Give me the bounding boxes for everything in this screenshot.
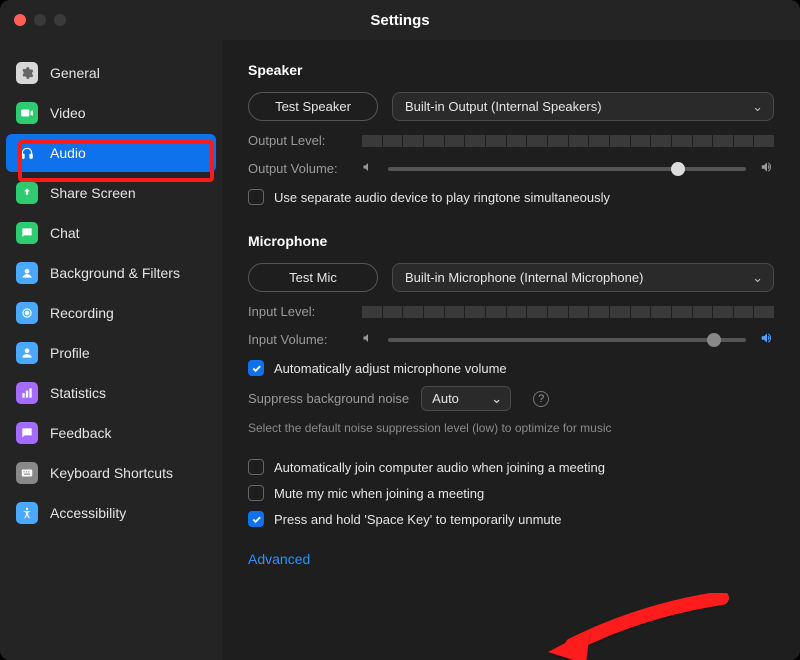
input-volume-slider[interactable] bbox=[388, 338, 746, 342]
sidebar-item-label: Background & Filters bbox=[50, 265, 180, 281]
sidebar-item-video[interactable]: Video bbox=[6, 94, 216, 132]
sidebar: General Video Audio Share Screen bbox=[0, 40, 222, 660]
mic-device-value: Built-in Microphone (Internal Microphone… bbox=[405, 270, 643, 285]
sidebar-item-background-filters[interactable]: Background & Filters bbox=[6, 254, 216, 292]
headphones-icon bbox=[16, 142, 38, 164]
chevron-down-icon: ⌄ bbox=[752, 99, 763, 115]
sidebar-item-label: Feedback bbox=[50, 425, 111, 441]
content-pane: Speaker Test Speaker Built-in Output (In… bbox=[222, 40, 800, 660]
sidebar-item-accessibility[interactable]: Accessibility bbox=[6, 494, 216, 532]
share-screen-icon bbox=[16, 182, 38, 204]
sidebar-item-label: Accessibility bbox=[50, 505, 126, 521]
window-title: Settings bbox=[0, 12, 800, 29]
sidebar-item-statistics[interactable]: Statistics bbox=[6, 374, 216, 412]
auto-adjust-checkbox[interactable] bbox=[248, 360, 264, 376]
test-mic-button[interactable]: Test Mic bbox=[248, 263, 378, 292]
slider-thumb[interactable] bbox=[707, 333, 721, 347]
sidebar-item-label: Recording bbox=[50, 305, 114, 321]
sidebar-item-share-screen[interactable]: Share Screen bbox=[6, 174, 216, 212]
mute-on-join-checkbox[interactable] bbox=[248, 485, 264, 501]
window-controls bbox=[14, 14, 66, 26]
sidebar-item-label: Chat bbox=[50, 225, 80, 241]
statistics-icon bbox=[16, 382, 38, 404]
speaker-low-icon bbox=[362, 161, 374, 176]
video-icon bbox=[16, 102, 38, 124]
test-speaker-button[interactable]: Test Speaker bbox=[248, 92, 378, 121]
speaker-low-icon bbox=[362, 332, 374, 347]
auto-join-audio-checkbox[interactable] bbox=[248, 459, 264, 475]
chevron-down-icon: ⌄ bbox=[752, 270, 763, 286]
mute-on-join-label: Mute my mic when joining a meeting bbox=[274, 486, 484, 501]
sidebar-item-label: Keyboard Shortcuts bbox=[50, 465, 173, 481]
auto-join-audio-label: Automatically join computer audio when j… bbox=[274, 460, 605, 475]
suppress-noise-value: Auto bbox=[432, 391, 459, 406]
sidebar-item-label: General bbox=[50, 65, 100, 81]
feedback-icon bbox=[16, 422, 38, 444]
output-volume-label: Output Volume: bbox=[248, 161, 348, 176]
suppress-noise-select[interactable]: Auto ⌄ bbox=[421, 386, 511, 411]
output-level-label: Output Level: bbox=[248, 133, 348, 148]
sidebar-item-label: Profile bbox=[50, 345, 90, 361]
minimize-window-button[interactable] bbox=[34, 14, 46, 26]
mic-device-select[interactable]: Built-in Microphone (Internal Microphone… bbox=[392, 263, 774, 292]
close-window-button[interactable] bbox=[14, 14, 26, 26]
suppress-noise-hint: Select the default noise suppression lev… bbox=[248, 421, 774, 435]
sidebar-item-label: Statistics bbox=[50, 385, 106, 401]
output-volume-slider[interactable] bbox=[388, 167, 746, 171]
keyboard-icon bbox=[16, 462, 38, 484]
recording-icon bbox=[16, 302, 38, 324]
sidebar-item-profile[interactable]: Profile bbox=[6, 334, 216, 372]
gear-icon bbox=[16, 62, 38, 84]
background-icon bbox=[16, 262, 38, 284]
space-unmute-checkbox[interactable] bbox=[248, 511, 264, 527]
speaker-high-icon bbox=[760, 160, 774, 177]
sidebar-item-label: Video bbox=[50, 105, 86, 121]
auto-adjust-label: Automatically adjust microphone volume bbox=[274, 361, 507, 376]
accessibility-icon bbox=[16, 502, 38, 524]
input-level-label: Input Level: bbox=[248, 304, 348, 319]
input-volume-label: Input Volume: bbox=[248, 332, 348, 347]
slider-thumb[interactable] bbox=[671, 162, 685, 176]
settings-window: Settings General Video Audio bbox=[0, 0, 800, 660]
separate-audio-checkbox[interactable] bbox=[248, 189, 264, 205]
advanced-link[interactable]: Advanced bbox=[248, 551, 774, 567]
microphone-heading: Microphone bbox=[248, 233, 774, 249]
arrow-annotation bbox=[542, 590, 742, 660]
speaker-heading: Speaker bbox=[248, 62, 774, 78]
sidebar-item-label: Audio bbox=[50, 145, 86, 161]
space-unmute-label: Press and hold 'Space Key' to temporaril… bbox=[274, 512, 562, 527]
sidebar-item-feedback[interactable]: Feedback bbox=[6, 414, 216, 452]
help-icon[interactable]: ? bbox=[533, 391, 549, 407]
sidebar-item-audio[interactable]: Audio bbox=[6, 134, 216, 172]
titlebar: Settings bbox=[0, 0, 800, 40]
suppress-noise-label: Suppress background noise bbox=[248, 391, 409, 406]
sidebar-item-keyboard-shortcuts[interactable]: Keyboard Shortcuts bbox=[6, 454, 216, 492]
separate-audio-label: Use separate audio device to play ringto… bbox=[274, 190, 610, 205]
chat-icon bbox=[16, 222, 38, 244]
chevron-down-icon: ⌄ bbox=[491, 391, 502, 407]
output-level-meter bbox=[362, 135, 774, 147]
profile-icon bbox=[16, 342, 38, 364]
speaker-device-select[interactable]: Built-in Output (Internal Speakers) ⌄ bbox=[392, 92, 774, 121]
zoom-window-button[interactable] bbox=[54, 14, 66, 26]
sidebar-item-recording[interactable]: Recording bbox=[6, 294, 216, 332]
sidebar-item-general[interactable]: General bbox=[6, 54, 216, 92]
input-level-meter bbox=[362, 306, 774, 318]
speaker-device-value: Built-in Output (Internal Speakers) bbox=[405, 99, 602, 114]
sidebar-item-chat[interactable]: Chat bbox=[6, 214, 216, 252]
sidebar-item-label: Share Screen bbox=[50, 185, 136, 201]
speaker-high-icon bbox=[760, 331, 774, 348]
